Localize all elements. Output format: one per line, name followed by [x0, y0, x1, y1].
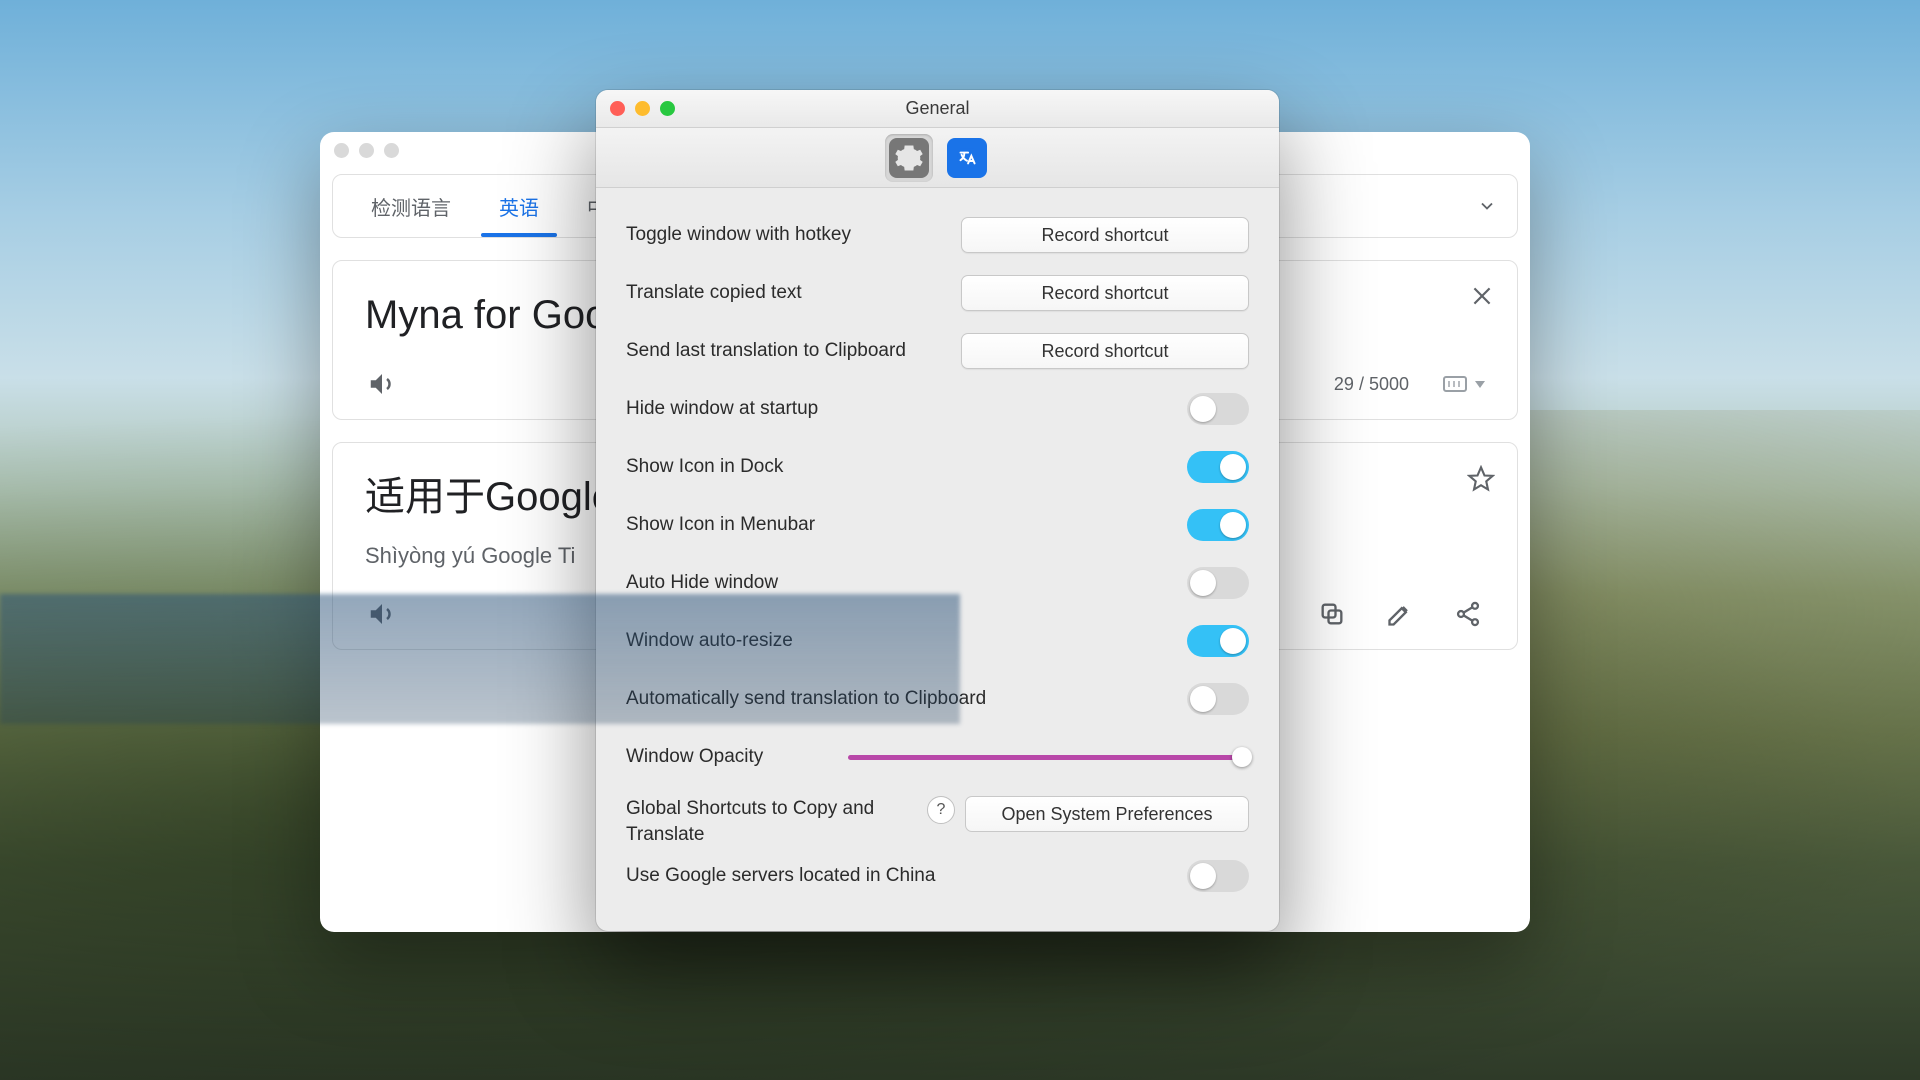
row-hide-startup: Hide window at startup: [626, 380, 1249, 438]
source-lang-tabs: 检测语言 英语 中: [333, 175, 631, 237]
source-tab-english[interactable]: 英语: [475, 175, 563, 237]
source-tab-detect[interactable]: 检测语言: [347, 175, 475, 237]
copy-translation-icon[interactable]: [1315, 597, 1349, 631]
translate-tab-icon[interactable]: [943, 134, 991, 182]
row-global-shortcuts: Global Shortcuts to Copy and Translate ?…: [626, 786, 1249, 847]
prefs-titlebar: General: [596, 90, 1279, 128]
keyboard-dropdown-icon[interactable]: [1475, 381, 1485, 388]
label-global-shortcuts: Global Shortcuts to Copy and Translate: [626, 796, 927, 847]
label-auto-clipboard: Automatically send translation to Clipbo…: [626, 688, 1187, 710]
help-icon[interactable]: ?: [927, 796, 955, 824]
row-auto-hide: Auto Hide window: [626, 554, 1249, 612]
switch-show-menubar[interactable]: [1187, 509, 1249, 541]
listen-source-icon[interactable]: [365, 367, 399, 401]
listen-target-icon[interactable]: [365, 597, 399, 631]
label-opacity: Window Opacity: [626, 746, 848, 768]
desktop-wallpaper: 检测语言 英语 中 语 Myna for Google: [0, 0, 1920, 1080]
label-show-dock: Show Icon in Dock: [626, 456, 1187, 478]
switch-auto-hide[interactable]: [1187, 567, 1249, 599]
label-show-menubar: Show Icon in Menubar: [626, 514, 1187, 536]
switch-show-dock[interactable]: [1187, 451, 1249, 483]
keyboard-icon[interactable]: [1443, 376, 1467, 392]
traffic-light-close[interactable]: [334, 143, 349, 158]
general-tab-icon[interactable]: [885, 134, 933, 182]
switch-hide-startup[interactable]: [1187, 393, 1249, 425]
prefs-toolbar: [596, 128, 1279, 188]
label-translate-copied: Translate copied text: [626, 282, 961, 304]
row-opacity: Window Opacity: [626, 728, 1249, 786]
save-translation-icon[interactable]: [1467, 465, 1495, 493]
row-toggle-hotkey: Toggle window with hotkey Record shortcu…: [626, 206, 1249, 264]
gear-icon: [889, 138, 929, 178]
label-hide-startup: Hide window at startup: [626, 398, 1187, 420]
row-auto-clipboard: Automatically send translation to Clipbo…: [626, 670, 1249, 728]
row-auto-resize: Window auto-resize: [626, 612, 1249, 670]
opacity-slider-thumb[interactable]: [1232, 747, 1252, 767]
record-shortcut-toggle-button[interactable]: Record shortcut: [961, 217, 1249, 253]
suggest-edit-icon[interactable]: [1383, 597, 1417, 631]
row-show-menubar: Show Icon in Menubar: [626, 496, 1249, 554]
row-translate-copied: Translate copied text Record shortcut: [626, 264, 1249, 322]
target-lang-more-icon[interactable]: [1477, 196, 1497, 216]
opacity-slider[interactable]: [848, 755, 1243, 760]
target-footer: [365, 597, 1485, 631]
traffic-light-zoom[interactable]: [384, 143, 399, 158]
preferences-window: General Toggle window with hotkey Record…: [596, 90, 1279, 931]
label-send-clipboard: Send last translation to Clipboard: [626, 340, 961, 362]
open-system-preferences-button[interactable]: Open System Preferences: [965, 796, 1249, 832]
row-send-clipboard: Send last translation to Clipboard Recor…: [626, 322, 1249, 380]
translate-app-icon: [947, 138, 987, 178]
label-auto-hide: Auto Hide window: [626, 572, 1187, 594]
record-shortcut-translate-button[interactable]: Record shortcut: [961, 275, 1249, 311]
label-toggle-hotkey: Toggle window with hotkey: [626, 224, 961, 246]
prefs-body: Toggle window with hotkey Record shortcu…: [596, 188, 1279, 931]
share-icon[interactable]: [1451, 597, 1485, 631]
row-china-servers: Use Google servers located in China: [626, 847, 1249, 905]
switch-china-servers[interactable]: [1187, 860, 1249, 892]
label-china-servers: Use Google servers located in China: [626, 865, 1187, 887]
row-show-dock: Show Icon in Dock: [626, 438, 1249, 496]
char-count: 29 / 5000: [1334, 374, 1409, 395]
traffic-light-minimize[interactable]: [359, 143, 374, 158]
label-auto-resize: Window auto-resize: [626, 630, 1187, 652]
switch-auto-clipboard[interactable]: [1187, 683, 1249, 715]
prefs-title: General: [596, 98, 1279, 119]
record-shortcut-clipboard-button[interactable]: Record shortcut: [961, 333, 1249, 369]
switch-auto-resize[interactable]: [1187, 625, 1249, 657]
clear-input-icon[interactable]: [1469, 283, 1495, 309]
